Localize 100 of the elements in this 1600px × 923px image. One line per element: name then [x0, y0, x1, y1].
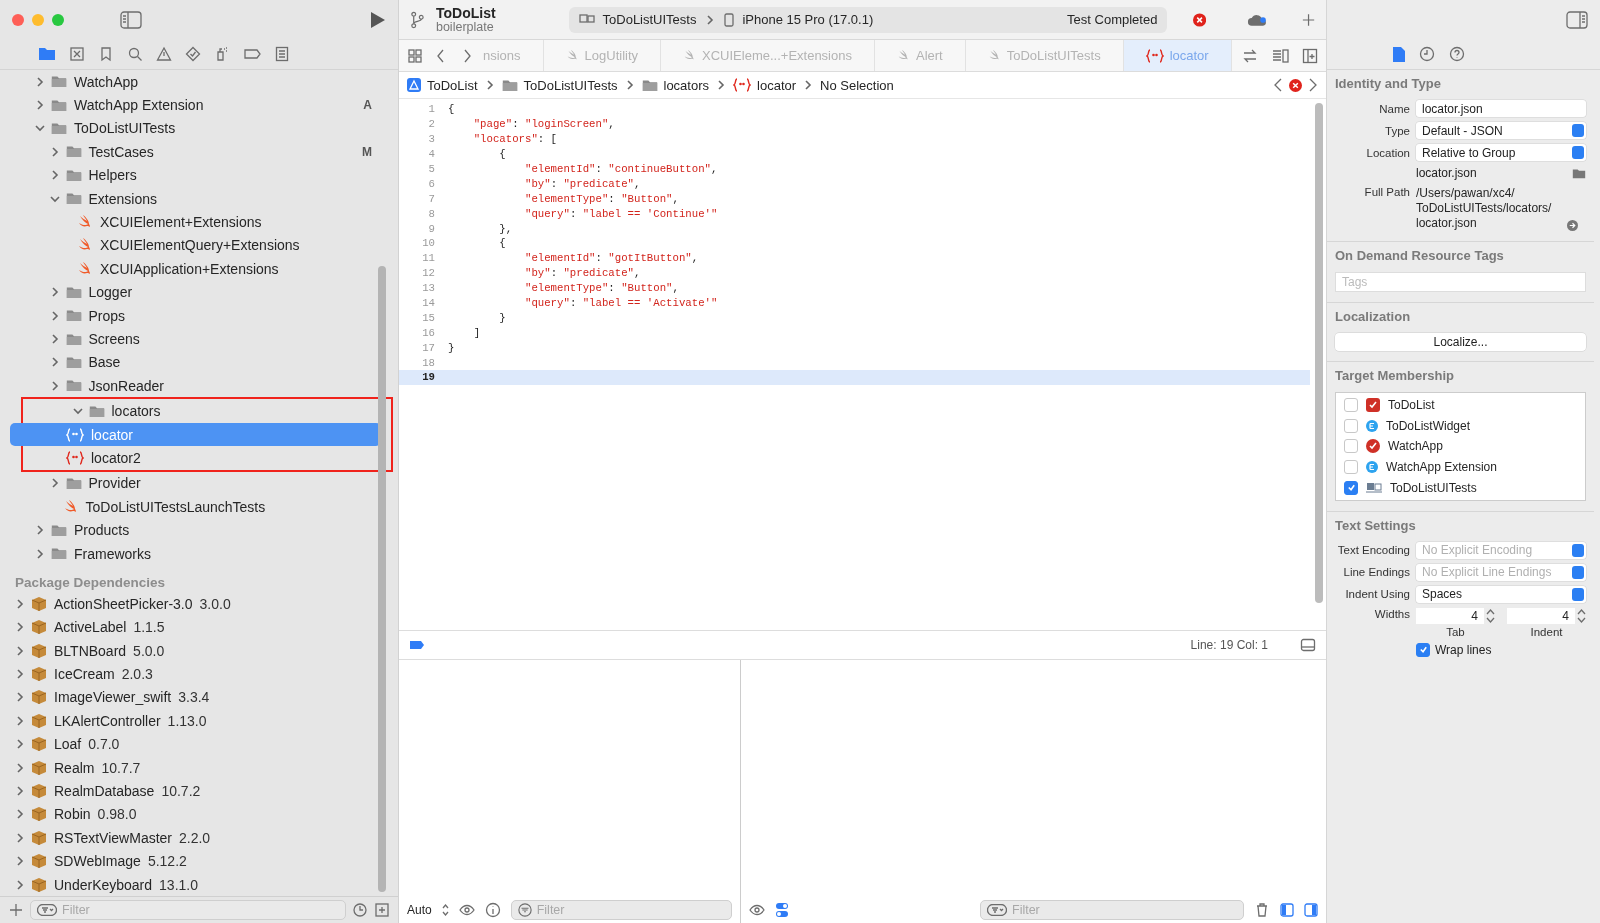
- file-tree-item[interactable]: ToDoListUITestsLaunchTests: [10, 495, 388, 519]
- disclosure-icon[interactable]: [14, 831, 26, 844]
- checkbox[interactable]: [1344, 418, 1358, 433]
- scrollbar-thumb[interactable]: [1315, 103, 1323, 603]
- file-tree-item[interactable]: Helpers: [10, 163, 388, 187]
- breadcrumb-item[interactable]: ToDoList: [427, 77, 478, 93]
- file-tree-item[interactable]: ToDoListUITests: [10, 116, 388, 141]
- file-tree-item[interactable]: Logger: [10, 280, 388, 304]
- package-item[interactable]: Loaf 0.7.0: [10, 732, 388, 756]
- breakpoint-toggle-icon[interactable]: [409, 640, 425, 650]
- file-tree-item[interactable]: Screens: [10, 327, 388, 351]
- add-icon[interactable]: [8, 902, 24, 918]
- file-tree-item[interactable]: locators: [33, 399, 381, 423]
- toggle-switches-icon[interactable]: [775, 902, 789, 918]
- inspector-toggle-icon[interactable]: [1566, 10, 1588, 29]
- trash-icon[interactable]: [1254, 902, 1270, 918]
- file-tree-item[interactable]: XCUIElementQuery+Extensions: [10, 233, 388, 258]
- package-item[interactable]: SDWebImage 5.12.2: [10, 849, 388, 873]
- clock-icon[interactable]: [352, 902, 368, 918]
- left-panel-icon[interactable]: [1280, 903, 1294, 917]
- disclosure-icon[interactable]: [14, 808, 26, 821]
- debug-spray-icon[interactable]: [214, 46, 230, 62]
- file-tree-item[interactable]: TestCases M: [10, 140, 388, 164]
- text-field[interactable]: locator.json: [1416, 100, 1586, 117]
- file-tree-item[interactable]: Base: [10, 350, 388, 375]
- filter-options-icon[interactable]: [374, 902, 390, 918]
- package-item[interactable]: Realm 10.7.7: [10, 755, 388, 780]
- search-icon[interactable]: [127, 46, 143, 62]
- scrollbar-thumb[interactable]: [378, 266, 386, 892]
- breadcrumb-item[interactable]: locators: [663, 77, 710, 93]
- package-item[interactable]: ActiveLabel 1.1.5: [10, 615, 388, 639]
- folder-icon[interactable]: [1572, 168, 1586, 179]
- package-item[interactable]: IceCream 2.0.3: [10, 662, 388, 686]
- disclosure-icon[interactable]: [14, 621, 26, 634]
- package-item[interactable]: ActionSheetPicker-3.0 3.0.0: [10, 592, 388, 616]
- help-icon[interactable]: [1448, 46, 1465, 62]
- breadcrumb-item[interactable]: No Selection: [820, 77, 894, 93]
- test-bundle-icon[interactable]: [578, 13, 595, 26]
- error-icon[interactable]: [1193, 12, 1207, 27]
- breadcrumb-item[interactable]: locator: [757, 77, 797, 93]
- file-tree-item[interactable]: JsonReader: [10, 374, 388, 398]
- disclosure-icon[interactable]: [14, 668, 26, 681]
- disclosure-icon[interactable]: [34, 524, 46, 537]
- breakpoint-tag-icon[interactable]: [243, 46, 261, 62]
- file-tree-item[interactable]: XCUIApplication+Extensions: [10, 257, 388, 281]
- disclosure-icon[interactable]: [14, 785, 26, 797]
- warning-icon[interactable]: [156, 46, 172, 62]
- test-diamond-icon[interactable]: [185, 46, 201, 62]
- disclosure-icon[interactable]: [14, 878, 26, 891]
- file-tree-item[interactable]: WatchApp Extension A: [10, 93, 388, 117]
- history-clock-icon[interactable]: [1418, 46, 1435, 62]
- cloud-icon[interactable]: [1247, 12, 1268, 27]
- disclosure-icon[interactable]: [14, 691, 26, 704]
- disclosure-icon[interactable]: [14, 597, 26, 610]
- popup-button[interactable]: Spaces: [1416, 585, 1586, 603]
- branch-icon[interactable]: [409, 10, 426, 29]
- disclosure-icon[interactable]: [14, 761, 26, 774]
- minimap-icon[interactable]: [1270, 47, 1290, 64]
- disclosure-icon[interactable]: [14, 644, 26, 657]
- run-play-icon[interactable]: [370, 10, 386, 29]
- eye-icon[interactable]: [458, 902, 475, 918]
- package-item[interactable]: Robin 0.98.0: [10, 802, 388, 827]
- report-list-icon[interactable]: [274, 46, 290, 62]
- stepper-icon[interactable]: [1486, 607, 1495, 624]
- disclosure-icon[interactable]: [14, 714, 26, 727]
- file-tree-item[interactable]: Products: [10, 518, 388, 542]
- file-tree-item[interactable]: Provider: [10, 471, 388, 496]
- file-tree-item[interactable]: Props: [10, 303, 388, 328]
- package-item[interactable]: LKAlertController 1.13.0: [10, 709, 388, 733]
- disclosure-icon[interactable]: [34, 75, 46, 88]
- folder-icon[interactable]: [38, 47, 56, 61]
- package-item[interactable]: BLTNBoard 5.0.0: [10, 639, 388, 663]
- info-icon[interactable]: [484, 902, 501, 918]
- grid-icon[interactable]: [407, 47, 423, 64]
- bookmark-icon[interactable]: [98, 46, 114, 62]
- disclosure-icon[interactable]: [14, 855, 26, 868]
- checkbox[interactable]: [1344, 398, 1358, 413]
- package-item[interactable]: RSTextViewMaster 2.2.0: [10, 826, 388, 850]
- stepper-icon[interactable]: [1577, 607, 1586, 624]
- checkbox[interactable]: [1344, 439, 1358, 454]
- debug-area-toggle-icon[interactable]: [1300, 637, 1316, 653]
- disclosure-icon[interactable]: [34, 99, 46, 112]
- file-tree-item[interactable]: WatchApp: [10, 70, 388, 94]
- checkbox[interactable]: [1416, 642, 1430, 657]
- device-selector[interactable]: iPhone 15 Pro (17.0.1): [742, 12, 874, 27]
- package-item[interactable]: ImageViewer_swift 3.3.4: [10, 685, 388, 710]
- up-down-chevron-icon[interactable]: [441, 904, 449, 916]
- variables-mode-popup[interactable]: Auto: [407, 903, 432, 917]
- add-icon[interactable]: [1300, 11, 1316, 28]
- swap-arrows-icon[interactable]: [1242, 47, 1258, 64]
- package-item[interactable]: UnderKeyboard 13.1.0: [10, 872, 388, 896]
- file-tree-item[interactable]: Extensions: [10, 186, 388, 211]
- popup-button[interactable]: Relative to Group: [1416, 144, 1586, 161]
- popup-button[interactable]: Default - JSON: [1416, 122, 1586, 139]
- number-field[interactable]: 4: [1416, 607, 1484, 624]
- add-editor-icon[interactable]: [1302, 47, 1318, 64]
- checkbox[interactable]: [1344, 460, 1358, 475]
- breadcrumb-item[interactable]: ToDoListUITests: [523, 77, 618, 93]
- checkbox[interactable]: [1344, 480, 1358, 495]
- scheme-selector[interactable]: ToDoListUITests: [602, 12, 697, 27]
